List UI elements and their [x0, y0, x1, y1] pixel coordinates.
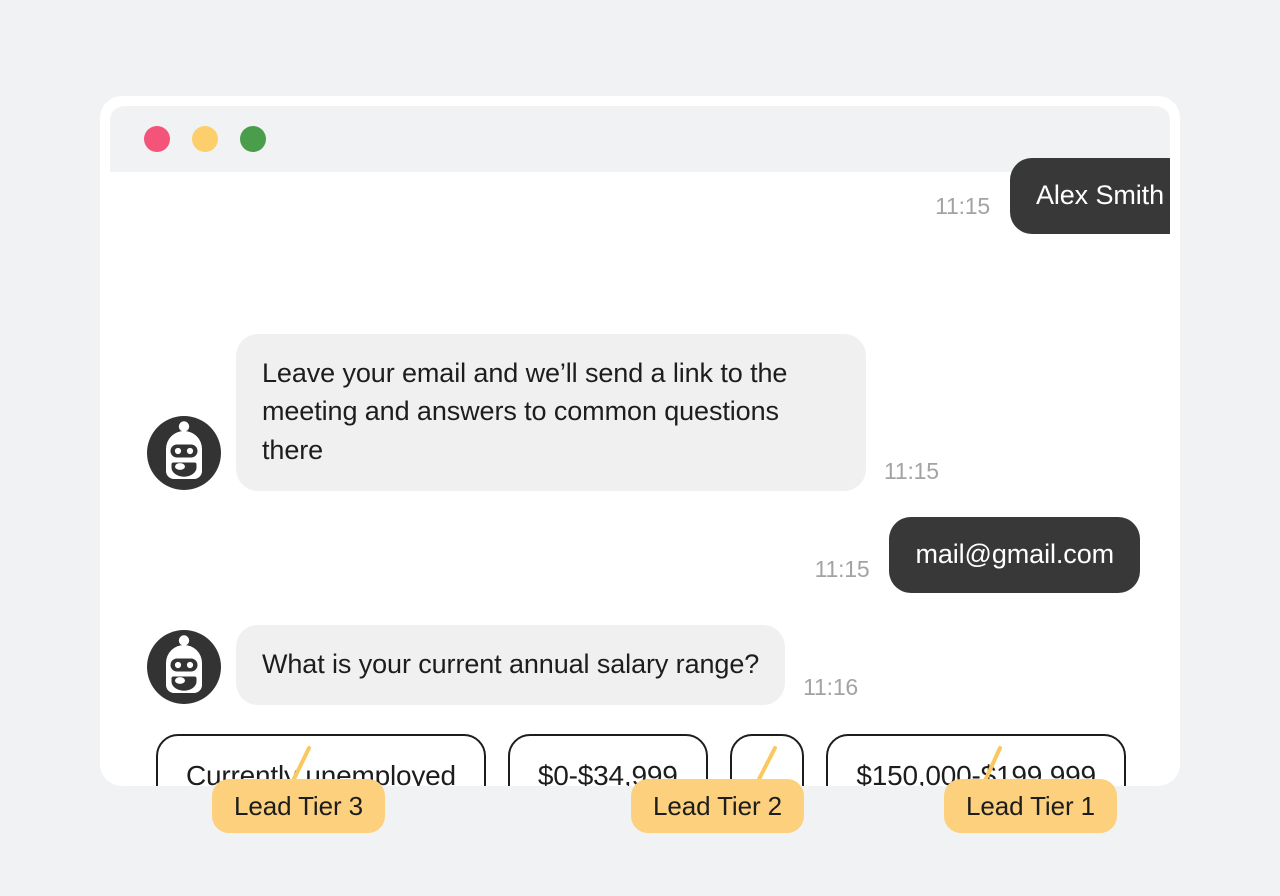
message-timestamp: 11:15	[935, 193, 990, 220]
message-bubble-user: Alex Smith	[1009, 158, 1170, 235]
message-timestamp: 11:15	[814, 556, 870, 583]
message-bubble-bot: Leave your email and we’ll send a link t…	[236, 334, 866, 491]
message-row-bot-email-request: Leave your email and we’ll send a link t…	[146, 334, 939, 491]
status-badge-lead-tier-1: Lead Tier 1	[944, 779, 1117, 833]
chat-transcript: 11:15 Alex Smith Leave your email and we…	[110, 158, 1170, 786]
browser-window: 11:15 Alex Smith Leave your email and we…	[100, 96, 1180, 786]
message-bubble-user: mail@gmail.com	[889, 517, 1140, 594]
message-timestamp: 11:15	[884, 457, 939, 484]
message-row-user-email: 11:15 mail@gmail.com	[814, 517, 1140, 594]
message-timestamp: 11:16	[803, 674, 859, 701]
message-row-user-name: 11:15 Alex Smith	[935, 158, 1170, 235]
robot-avatar-icon	[146, 629, 222, 705]
screenshot-stage: 11:15 Alex Smith Leave your email and we…	[0, 0, 1280, 896]
browser-window-inner: 11:15 Alex Smith Leave your email and we…	[110, 106, 1170, 786]
message-bubble-bot: What is your current annual salary range…	[236, 625, 786, 706]
robot-avatar-icon	[146, 415, 222, 491]
status-badge-lead-tier-3: Lead Tier 3	[212, 779, 385, 833]
close-window-button[interactable]	[144, 126, 170, 152]
maximize-window-button[interactable]	[240, 126, 266, 152]
message-row-bot-salary-question: What is your current annual salary range…	[146, 625, 859, 706]
minimize-window-button[interactable]	[192, 126, 218, 152]
status-badge-lead-tier-2: Lead Tier 2	[631, 779, 804, 833]
